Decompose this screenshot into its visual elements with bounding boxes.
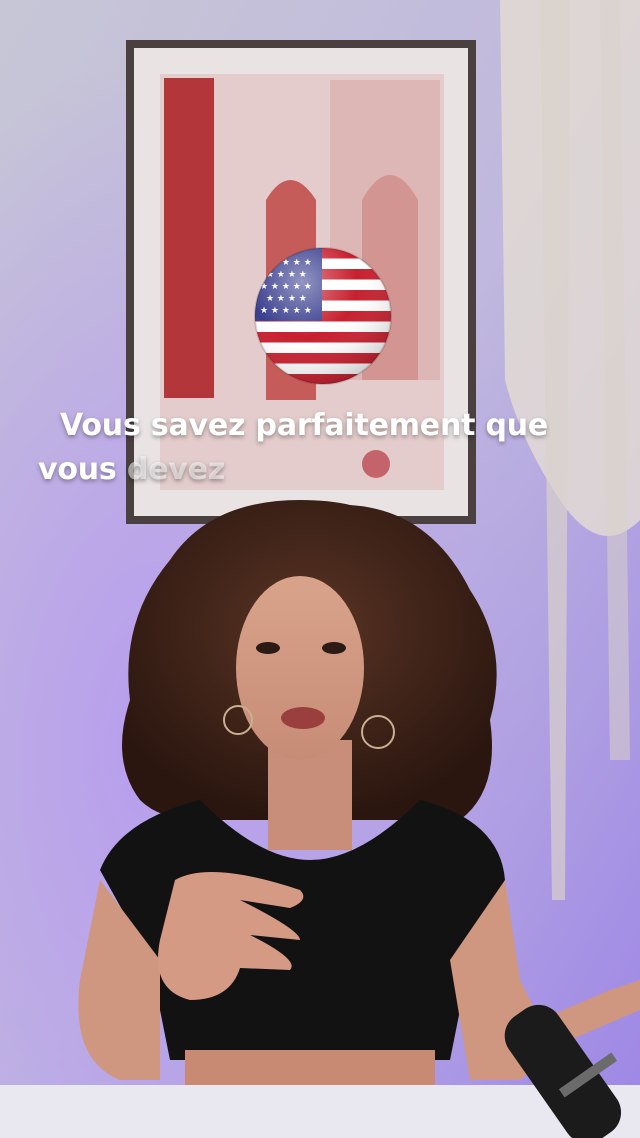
caption-line-2: vous devez — [38, 452, 225, 487]
caption-line-1: Vous savez parfaitement que — [60, 408, 549, 443]
background-photo — [0, 0, 640, 1138]
caption-spoken-word: vous — [38, 452, 117, 487]
us-flag-icon: ★ ★ ★ ★ ★ ★ ★ ★ ★ ★ ★ ★ ★ ★ ★ ★ ★ ★ ★ ★ … — [252, 245, 394, 387]
caption-upcoming-word: devez — [126, 452, 226, 487]
